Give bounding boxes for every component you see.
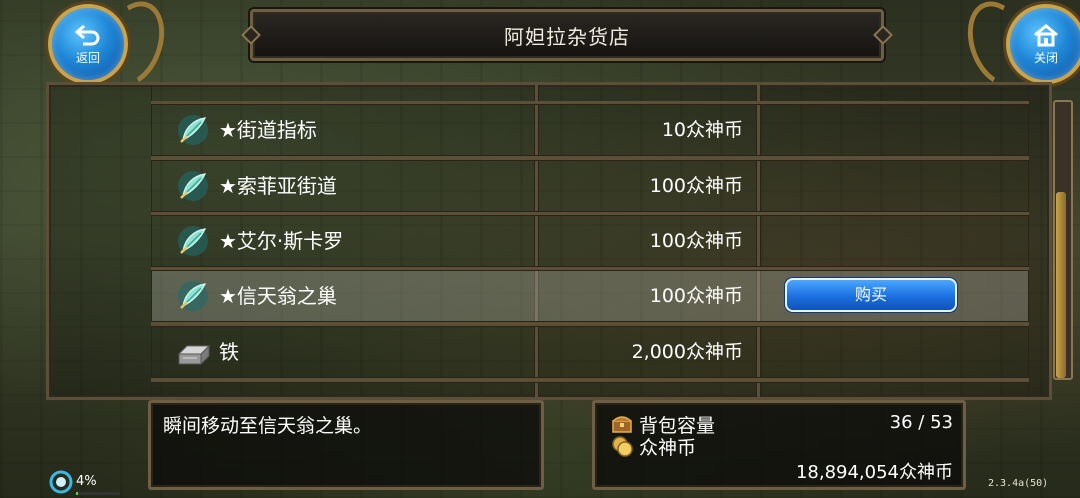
iron-ingot-icon (177, 344, 211, 366)
currency-value: 18,894,054众神币 (795, 462, 953, 483)
wing-feather-icon (178, 115, 208, 145)
home-icon (1034, 23, 1058, 46)
item-price: 10众神币 (661, 119, 743, 141)
item-description-panel: 瞬间移动至信天翁之巢。 (148, 400, 544, 490)
wing-feather-icon (178, 226, 208, 256)
list-item[interactable]: ★索菲亚街道 100众神币 (151, 157, 1029, 215)
battery-level-fill (76, 492, 78, 495)
item-price: 100众神币 (649, 285, 743, 307)
back-arrow-icon (74, 24, 100, 45)
list-item[interactable]: ★艾尔·斯卡罗 100众神币 (151, 212, 1029, 270)
item-price: 100众神币 (649, 175, 743, 197)
item-name: ★艾尔·斯卡罗 (219, 229, 344, 253)
item-name: 铁 (219, 340, 239, 364)
item-description: 瞬间移动至信天翁之巢。 (163, 415, 373, 437)
currency-label: 众神币 (639, 437, 697, 459)
back-button[interactable]: 返回 (48, 4, 128, 84)
close-button-label: 关闭 (1033, 50, 1058, 65)
list-item-partial (151, 379, 1029, 397)
item-price: 2,000众神币 (631, 341, 743, 363)
list-item[interactable]: 铁 2,000众神币 (151, 323, 1029, 381)
item-name: ★街道指标 (219, 118, 317, 142)
coin-icon (612, 436, 633, 457)
treasure-chest-icon (612, 416, 632, 433)
close-button[interactable]: 关闭 (1006, 4, 1080, 84)
battery-icon (49, 470, 73, 494)
item-name: ★索菲亚街道 (219, 174, 337, 198)
list-item[interactable]: ★街道指标 10众神币 (151, 101, 1029, 159)
version-text: 2.3.4a(50) (988, 478, 1049, 489)
item-name: ★信天翁之巢 (219, 284, 337, 308)
inventory-panel: 背包容量 36 / 53 众神币 18,894,054众神币 (592, 400, 966, 490)
item-list-panel[interactable]: ★街道指标 10众神币 ★索菲亚街道 100众神币 ★艾尔·斯卡罗 100众神币 (46, 82, 1052, 400)
shop-title-bar: 阿妲拉杂货店 (250, 9, 884, 61)
item-price: 100众神币 (649, 230, 743, 252)
scrollbar-thumb[interactable] (1056, 192, 1066, 378)
battery-level-bar (76, 492, 120, 495)
battery-percent: 4% (76, 474, 97, 489)
page-title: 阿妲拉杂货店 (504, 24, 630, 49)
capacity-value: 36 / 53 (889, 412, 953, 433)
list-scrollbar[interactable] (1053, 100, 1073, 380)
buy-button[interactable]: 购买 (785, 278, 957, 312)
back-button-label: 返回 (75, 50, 100, 65)
list-item-selected[interactable]: ★信天翁之巢 100众神币 购买 (151, 267, 1029, 325)
wing-feather-icon (178, 171, 208, 201)
wing-feather-icon (178, 281, 208, 311)
